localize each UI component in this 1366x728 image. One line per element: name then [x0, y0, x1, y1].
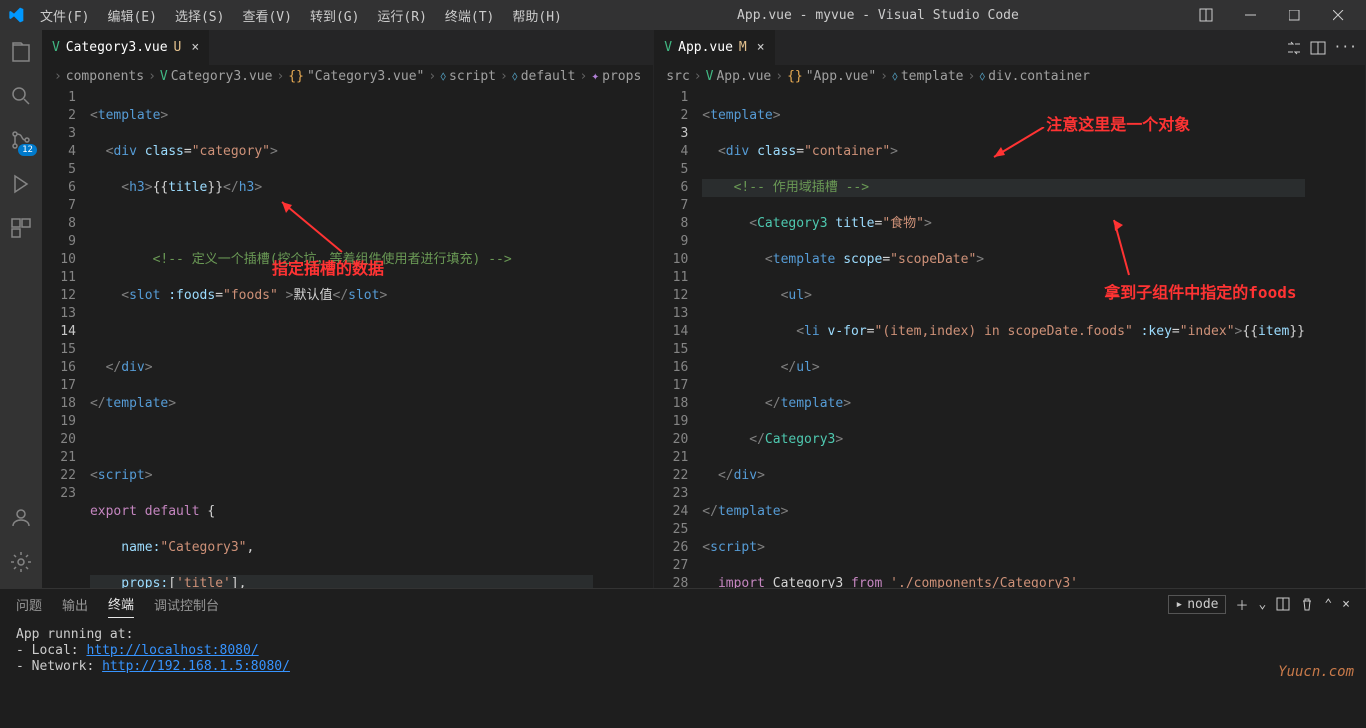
run-debug-icon[interactable] — [7, 170, 35, 198]
menu-goto[interactable]: 转到(G) — [302, 2, 367, 29]
vue-file-icon: V — [664, 40, 672, 55]
code-left[interactable]: 1234567891011121314151617181920212223 <t… — [42, 87, 653, 588]
breadcrumbs-left[interactable]: ›components ›V Category3.vue ›{} "Catego… — [42, 65, 653, 87]
minimize-button[interactable] — [1230, 0, 1270, 30]
breadcrumbs-right[interactable]: src ›V App.vue ›{} "App.vue" ›⬨ template… — [654, 65, 1365, 87]
code-right[interactable]: 1234567891011121314151617181920212223242… — [654, 87, 1365, 588]
tab-category3[interactable]: V Category3.vue U × — [42, 30, 210, 65]
watermark: Yuucn.com — [1278, 664, 1354, 680]
activity-bar: 12 — [0, 30, 42, 588]
titlebar: 文件(F) 编辑(E) 选择(S) 查看(V) 转到(G) 运行(R) 终端(T… — [0, 0, 1366, 30]
menu-select[interactable]: 选择(S) — [167, 2, 232, 29]
menu-view[interactable]: 查看(V) — [234, 2, 299, 29]
terminal-shell-select[interactable]: ▸node — [1168, 595, 1225, 614]
explorer-icon[interactable] — [7, 38, 35, 66]
panel-tab-terminal[interactable]: 终端 — [108, 590, 134, 618]
tab-filename: App.vue — [678, 40, 733, 55]
extensions-icon[interactable] — [7, 214, 35, 242]
tab-filename: Category3.vue — [66, 40, 168, 55]
chevron-down-icon[interactable]: ⌄ — [1259, 597, 1267, 612]
scm-badge: 12 — [18, 144, 37, 156]
split-terminal-icon[interactable] — [1276, 597, 1290, 611]
close-tab-icon[interactable]: × — [757, 40, 765, 55]
panel-tab-problems[interactable]: 问题 — [16, 591, 42, 618]
window-title: App.vue - myvue - Visual Studio Code — [570, 8, 1186, 23]
bc-item: components — [66, 69, 144, 84]
settings-gear-icon[interactable] — [7, 548, 35, 576]
source[interactable]: <template> <div class="container"> <!-- … — [702, 87, 1305, 588]
terminal-link-local[interactable]: http://localhost:8080/ — [86, 643, 258, 658]
menu-edit[interactable]: 编辑(E) — [99, 2, 164, 29]
terminal-output[interactable]: App running at: - Local: http://localhos… — [0, 619, 1366, 728]
split-icon[interactable] — [1310, 40, 1326, 56]
close-tab-icon[interactable]: × — [191, 40, 199, 55]
bottom-panel: 问题 输出 终端 调试控制台 ▸node ＋ ⌄ ⌃ × App running… — [0, 588, 1366, 728]
menu-run[interactable]: 运行(R) — [369, 2, 434, 29]
layout-icon[interactable] — [1186, 0, 1226, 30]
minimap-right[interactable] — [1305, 87, 1365, 588]
main-menu: 文件(F) 编辑(E) 选择(S) 查看(V) 转到(G) 运行(R) 终端(T… — [32, 2, 570, 29]
tab-app[interactable]: V App.vue M × — [654, 30, 775, 65]
more-icon[interactable]: ··· — [1334, 40, 1357, 55]
tabs-left: V Category3.vue U × — [42, 30, 653, 65]
tabs-right: V App.vue M × ··· — [654, 30, 1365, 65]
editor-left: V Category3.vue U × ›components ›V Categ… — [42, 30, 654, 588]
gutter: 1234567891011121314151617181920212223242… — [654, 87, 702, 588]
panel-tab-output[interactable]: 输出 — [62, 591, 88, 618]
trash-icon[interactable] — [1300, 597, 1314, 611]
minimap-left[interactable] — [593, 87, 653, 588]
gutter: 1234567891011121314151617181920212223 — [42, 87, 90, 588]
terminal-link-network[interactable]: http://192.168.1.5:8080/ — [102, 659, 290, 674]
vscode-logo-icon — [8, 7, 24, 23]
close-button[interactable] — [1318, 0, 1358, 30]
menu-terminal[interactable]: 终端(T) — [437, 2, 502, 29]
search-icon[interactable] — [7, 82, 35, 110]
accounts-icon[interactable] — [7, 504, 35, 532]
source[interactable]: <template> <div class="category"> <h3>{{… — [90, 87, 593, 588]
editor-right: V App.vue M × ··· src ›V App.vue ›{} "Ap… — [654, 30, 1366, 588]
panel-tab-debug[interactable]: 调试控制台 — [154, 591, 219, 618]
close-panel-icon[interactable]: × — [1342, 597, 1350, 612]
git-status-u: U — [174, 40, 182, 55]
source-control-icon[interactable]: 12 — [7, 126, 35, 154]
menu-help[interactable]: 帮助(H) — [504, 2, 569, 29]
maximize-panel-icon[interactable]: ⌃ — [1324, 597, 1332, 612]
compare-icon[interactable] — [1286, 40, 1302, 56]
git-status-m: M — [739, 40, 747, 55]
menu-file[interactable]: 文件(F) — [32, 2, 97, 29]
maximize-button[interactable] — [1274, 0, 1314, 30]
new-terminal-icon[interactable]: ＋ — [1236, 595, 1249, 614]
vue-file-icon: V — [52, 40, 60, 55]
